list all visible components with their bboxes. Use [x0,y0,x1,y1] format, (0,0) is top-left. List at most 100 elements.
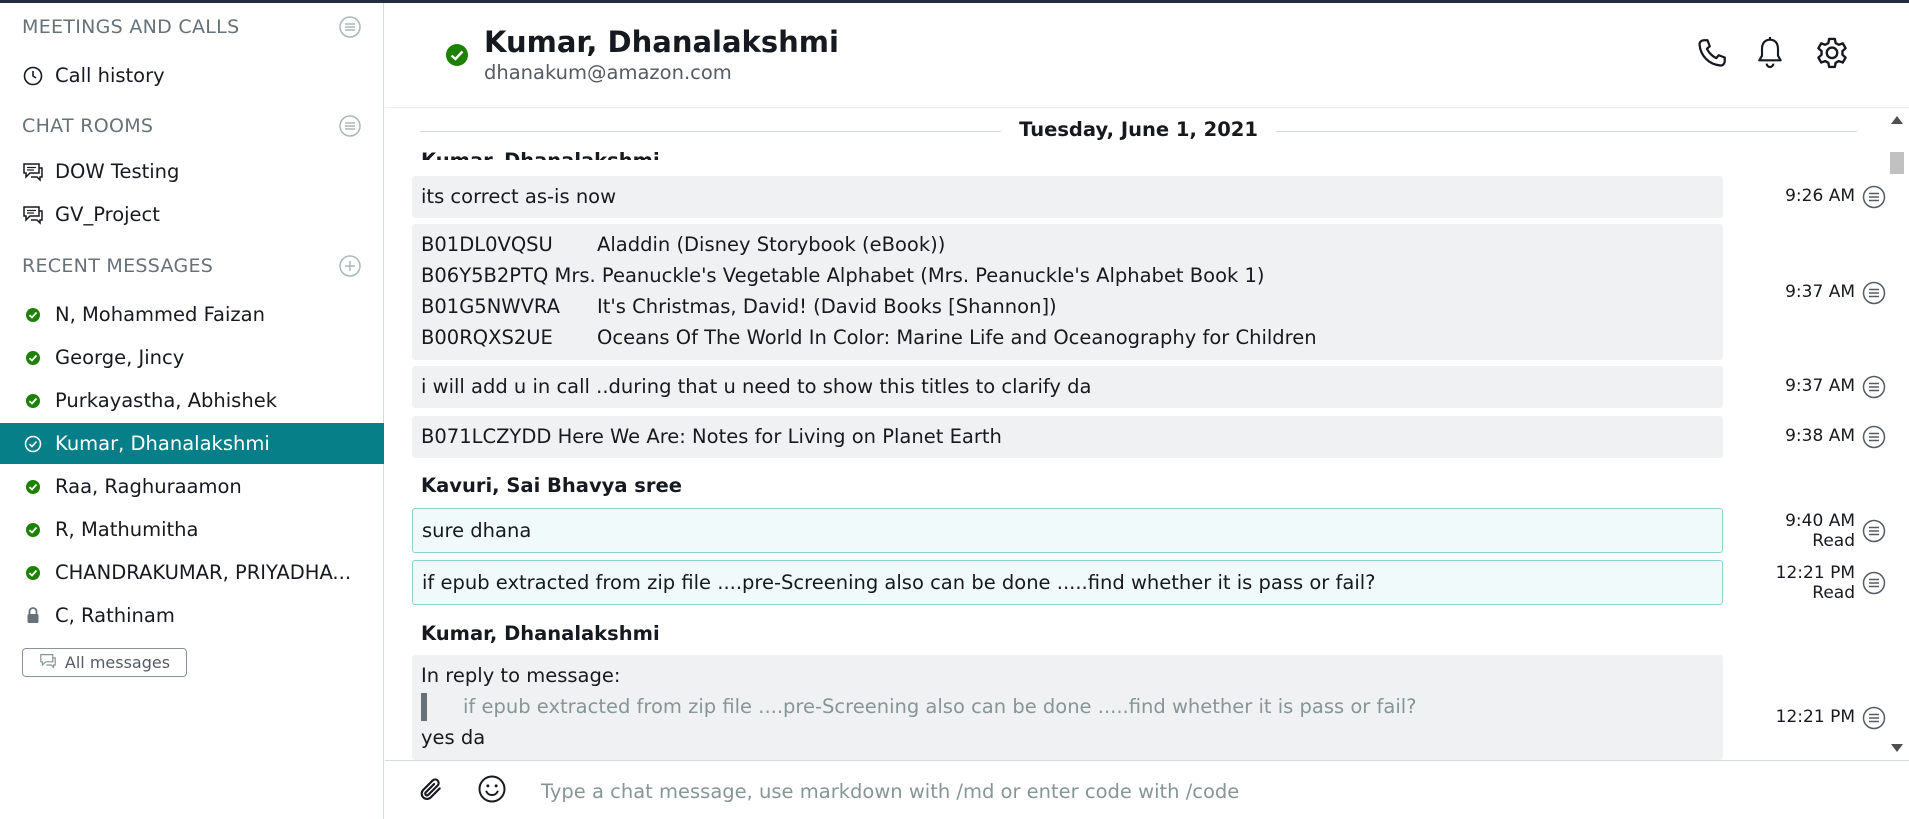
message-scrollbar[interactable] [1886,108,1909,760]
chat-rooms-menu-icon[interactable] [338,114,362,138]
emoji-button[interactable] [476,775,508,807]
recent-label: C, Rathinam [55,604,175,627]
recent-label: N, Mohammed Faizan [55,303,265,326]
scroll-thumb[interactable] [1890,152,1904,174]
message-text: B071LCZYDD Here We Are: Notes for Living… [421,425,1002,448]
room-label: GV_Project [55,203,160,226]
message-sender: Kumar, Dhanalakshmi [421,622,660,645]
message-menu-icon[interactable] [1862,571,1886,595]
online-status-icon [445,43,469,71]
gear-icon [1813,34,1851,76]
notifications-button[interactable] [1750,35,1790,75]
all-messages-button[interactable]: All messages [22,648,187,677]
clock-icon [22,65,44,87]
title-row: B01G5NWVRA It's Christmas, David! (David … [421,291,1714,322]
contact-email: dhanakum@amazon.com [484,61,732,84]
recent-label: Raa, Raghuraamon [55,475,242,498]
sidebar-item-call-history[interactable]: Call history [0,55,384,96]
message-time: 12:21 PM [1775,563,1855,583]
message-bubble-own[interactable]: sure dhana [412,508,1723,553]
message-bubble[interactable]: its correct as-is now [412,176,1723,218]
call-history-label: Call history [55,64,165,87]
book-title: It's Christmas, David! (David Books [Sha… [597,295,1057,318]
online-status-icon [22,390,44,412]
chat-rooms-section-header: CHAT ROOMS [22,112,362,140]
message-bubble[interactable]: B01DL0VQSU Aladdin (Disney Storybook (eBo… [412,224,1723,360]
message-list[interactable]: Kumar, Dhanalakshmi Tuesday, June 1, 202… [385,108,1909,760]
sidebar-item-recent[interactable]: R, Mathumitha [0,509,384,550]
message-time: 9:26 AM [1785,186,1855,206]
message-menu-icon[interactable] [1862,185,1886,209]
sidebar-item-room-dow-testing[interactable]: DOW Testing [0,151,384,192]
message-menu-icon[interactable] [1862,425,1886,449]
message-bubble[interactable]: In reply to message: if epub extracted f… [412,655,1723,760]
room-label: DOW Testing [55,160,180,183]
recent-label: CHANDRAKUMAR, PRIYADHA... [55,561,352,584]
message-bubble[interactable]: i will add u in call ..during that u nee… [412,366,1723,408]
reply-quote: if epub extracted from zip file ....pre-… [421,691,1714,722]
message-sender: Kavuri, Sai Bhavya sree [421,474,682,497]
bell-icon [1754,35,1786,75]
meetings-menu-icon[interactable] [338,15,362,39]
online-status-icon [22,433,44,455]
message-bubble-own[interactable]: if epub extracted from zip file ....pre-… [412,560,1723,605]
sidebar: MEETINGS AND CALLS Call history CHAT ROO… [0,3,384,819]
asin-code: B00RQXS2UE [421,326,553,349]
asin-code: B01DL0VQSU [421,233,553,256]
message-text: if epub extracted from zip file ....pre-… [422,571,1376,594]
scroll-up-icon[interactable] [1891,116,1903,124]
message-time: 9:40 AM [1785,511,1855,531]
conversation-header: Kumar, Dhanalakshmi dhanakum@amazon.com [385,3,1909,108]
phone-icon [1694,35,1730,75]
message-text: sure dhana [422,519,532,542]
message-bubble[interactable]: B071LCZYDD Here We Are: Notes for Living… [412,416,1723,458]
settings-button[interactable] [1812,35,1852,75]
meetings-section-header: MEETINGS AND CALLS [22,13,362,41]
sidebar-item-recent[interactable]: George, Jincy [0,337,384,378]
sidebar-item-recent[interactable]: Raa, Raghuraamon [0,466,384,507]
sidebar-item-recent[interactable]: C, Rathinam [0,595,384,636]
book-title: Mrs. Peanuckle's Vegetable Alphabet (Mrs… [554,264,1265,287]
online-status-icon [22,562,44,584]
message-text: yes da [421,726,486,749]
message-input[interactable] [541,775,1841,807]
chat-room-icon [22,161,44,183]
message-time: 9:37 AM [1785,282,1855,302]
sidebar-item-recent[interactable]: Purkayastha, Abhishek [0,380,384,421]
chat-icon [39,653,57,673]
attach-button[interactable] [415,775,447,807]
message-text: i will add u in call ..during that u nee… [421,375,1092,398]
recent-label: Kumar, Dhanalakshmi [55,432,270,455]
asin-code: B01G5NWVRA [421,295,561,318]
all-messages-label: All messages [64,653,171,672]
message-composer [385,760,1909,819]
message-menu-icon[interactable] [1862,706,1886,730]
message-text: its correct as-is now [421,185,617,208]
online-status-icon [22,347,44,369]
online-status-icon [22,476,44,498]
contact-name: Kumar, Dhanalakshmi [484,25,839,59]
reply-label: In reply to message: [421,664,621,687]
book-title: Oceans Of The World In Color: Marine Lif… [597,326,1317,349]
scroll-down-icon[interactable] [1891,744,1903,752]
asin-code: B06Y5B2PTQ [421,264,549,287]
paperclip-icon [416,774,446,808]
online-status-icon [22,304,44,326]
title-row: B01DL0VQSU Aladdin (Disney Storybook (eBo… [421,229,1714,260]
message-menu-icon[interactable] [1862,281,1886,305]
meetings-header-label: MEETINGS AND CALLS [22,16,240,38]
sidebar-item-recent[interactable]: N, Mohammed Faizan [0,294,384,335]
sidebar-item-recent-active[interactable]: Kumar, Dhanalakshmi [0,423,384,464]
smiley-icon [477,774,507,808]
title-row: B06Y5B2PTQ Mrs. Peanuckle's Vegetable Al… [421,260,1714,291]
sidebar-item-room-gv-project[interactable]: GV_Project [0,194,384,235]
chat-room-icon [22,204,44,226]
date-divider: Tuesday, June 1, 2021 [420,118,1857,144]
sidebar-item-recent[interactable]: CHANDRAKUMAR, PRIYADHA... [0,552,384,593]
message-menu-icon[interactable] [1862,375,1886,399]
call-button[interactable] [1692,35,1732,75]
message-menu-icon[interactable] [1862,519,1886,543]
add-icon[interactable] [338,254,362,278]
read-status: Read [1812,583,1855,603]
lock-icon [22,605,44,627]
